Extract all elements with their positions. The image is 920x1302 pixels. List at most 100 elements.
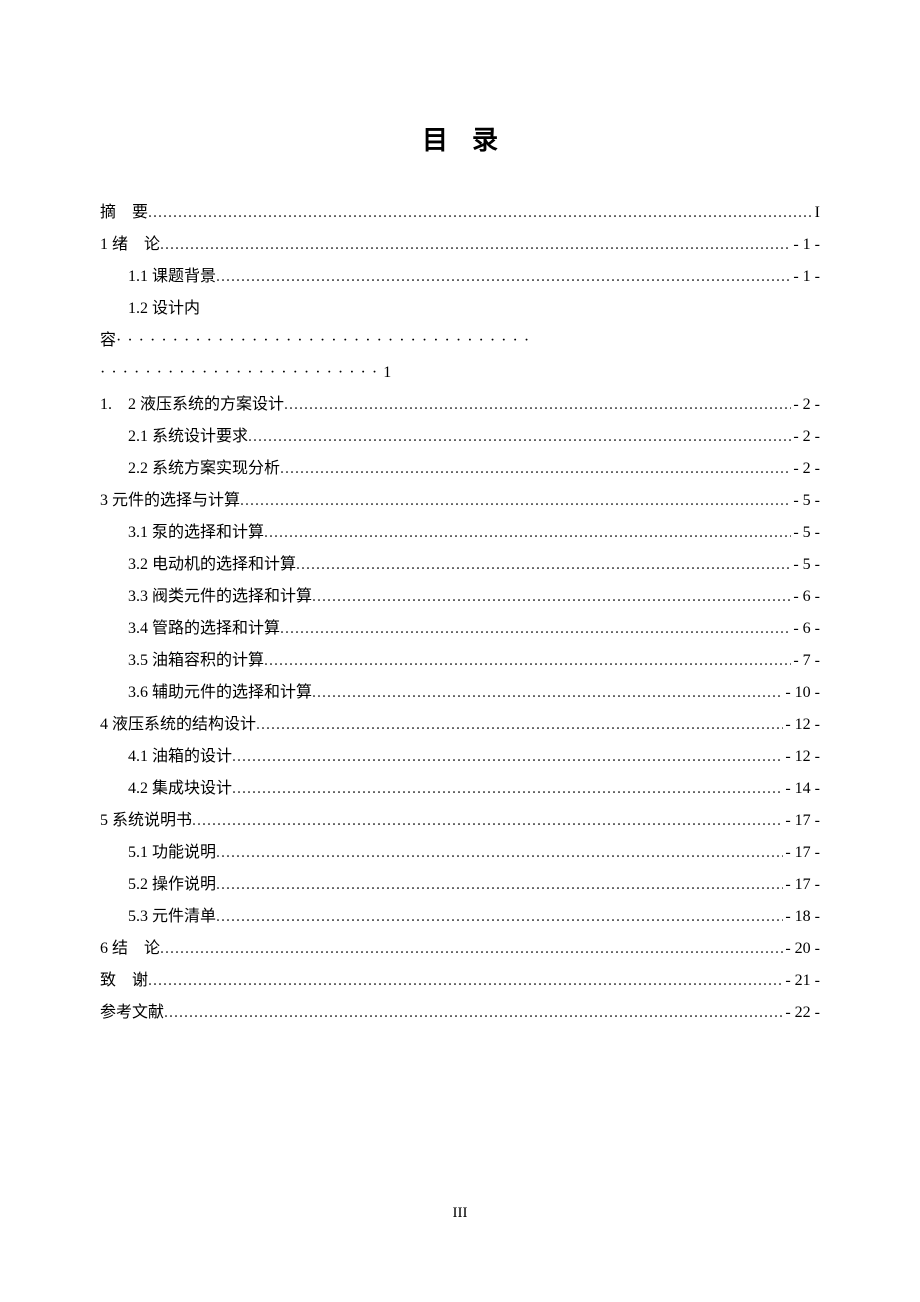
toc-entry-label: 致 谢 (100, 965, 148, 997)
toc-leader-dots (312, 677, 783, 709)
toc-entry-page: I (813, 197, 820, 229)
toc-entry-label: 参考文献 (100, 997, 164, 1029)
toc-entry-label: 3.5 油箱容积的计算 (128, 645, 264, 677)
toc-entry-page: - 2 - (791, 421, 820, 453)
toc-entry: 1. 2 液压系统的方案设计 - 2 - (100, 389, 820, 421)
toc-leader-dots (240, 485, 791, 517)
toc-entry-label-continuation: 容 (100, 332, 116, 349)
toc-entry: 6 结 论 - 20 - (100, 933, 820, 965)
toc-entry: 2.2 系统方案实现分析 - 2 - (100, 453, 820, 485)
toc-entry-page: - 5 - (791, 485, 820, 517)
toc-entry-page: - 14 - (783, 773, 820, 805)
toc-entry: 3 元件的选择与计算 - 5 - (100, 485, 820, 517)
toc-entry-page: - 12 - (783, 709, 820, 741)
toc-leader-dots (216, 901, 783, 933)
toc-leader-dots (216, 869, 783, 901)
toc-entry-label: 2.2 系统方案实现分析 (128, 453, 280, 485)
toc-entry: 致 谢 - 21 - (100, 965, 820, 997)
toc-entry: 3.6 辅助元件的选择和计算 - 10 - (100, 677, 820, 709)
toc-entry-page: - 10 - (783, 677, 820, 709)
toc-entry-label: 4.2 集成块设计 (128, 773, 232, 805)
toc-entry-page: - 1 - (791, 261, 820, 293)
toc-entry: 5.2 操作说明 - 17 - (100, 869, 820, 901)
toc-entry-label: 1.2 设计内 (100, 293, 820, 325)
toc-leader-dots (164, 997, 783, 1029)
toc-entry-page: - 6 - (791, 581, 820, 613)
toc-leader-dots (280, 453, 791, 485)
toc-entry-dots-line: 容····································· (100, 325, 820, 357)
toc-entry: 4.2 集成块设计 - 14 - (100, 773, 820, 805)
toc-leader-dots (284, 389, 791, 421)
toc-entry-page: - 2 - (791, 453, 820, 485)
toc-entry-label: 5.3 元件清单 (128, 901, 216, 933)
toc-leader-dots (216, 837, 783, 869)
toc-entry: 3.3 阀类元件的选择和计算 - 6 - (100, 581, 820, 613)
toc-entry-label: 3.1 泵的选择和计算 (128, 517, 264, 549)
toc-entry-page: - 5 - (791, 517, 820, 549)
toc-entry: 摘 要 I (100, 197, 820, 229)
toc-leader-dots (256, 709, 783, 741)
toc-leader-dots: ························· (100, 364, 383, 381)
toc-entry: 5 系统说明书 - 17 - (100, 805, 820, 837)
page-number: III (0, 1205, 920, 1222)
toc-leader-dots (312, 581, 791, 613)
toc-entry-label: 2.1 系统设计要求 (128, 421, 248, 453)
toc-entry-page: - 2 - (791, 389, 820, 421)
toc-entry-label: 3 元件的选择与计算 (100, 485, 240, 517)
toc-entry-page: - 17 - (783, 837, 820, 869)
toc-entry-page: - 18 - (783, 901, 820, 933)
toc-entry-page: - 7 - (791, 645, 820, 677)
toc-entry-label: 5.2 操作说明 (128, 869, 216, 901)
toc-leader-dots (264, 645, 791, 677)
toc-entry-label: 3.4 管路的选择和计算 (128, 613, 280, 645)
toc-leader-dots (192, 805, 783, 837)
toc-leader-dots (280, 613, 791, 645)
toc-entry: 4 液压系统的结构设计 - 12 - (100, 709, 820, 741)
toc-leader-dots (216, 261, 791, 293)
toc-entry-page: - 17 - (783, 869, 820, 901)
toc-leader-dots: ····································· (116, 332, 535, 349)
toc-entry: 4.1 油箱的设计 - 12 - (100, 741, 820, 773)
toc-entry-label: 3.3 阀类元件的选择和计算 (128, 581, 312, 613)
toc-leader-dots (296, 549, 791, 581)
toc-entry: 3.4 管路的选择和计算 - 6 - (100, 613, 820, 645)
toc-leader-dots (264, 517, 791, 549)
toc-entry: 5.3 元件清单 - 18 - (100, 901, 820, 933)
toc-entry-label: 1.1 课题背景 (128, 261, 216, 293)
toc-entry: 1 绪 论 - 1 - (100, 229, 820, 261)
toc-entry-page: - 6 - (791, 613, 820, 645)
toc-leader-dots (160, 229, 791, 261)
toc-entry: 1.1 课题背景 - 1 - (100, 261, 820, 293)
toc-leader-dots (148, 197, 813, 229)
toc-entry: 2.1 系统设计要求 - 2 - (100, 421, 820, 453)
toc-leader-dots (148, 965, 783, 997)
toc-leader-dots (248, 421, 791, 453)
toc-entry: 5.1 功能说明 - 17 - (100, 837, 820, 869)
toc-entry-label: 1 绪 论 (100, 229, 160, 261)
toc-entry: 3.1 泵的选择和计算 - 5 - (100, 517, 820, 549)
toc-entry-page: - 5 - (791, 549, 820, 581)
toc-entry: 参考文献 - 22 - (100, 997, 820, 1029)
toc-entry-label: 5.1 功能说明 (128, 837, 216, 869)
toc-entry-label: 4.1 油箱的设计 (128, 741, 232, 773)
toc-leader-dots (232, 773, 783, 805)
toc-entry-page: - 12 - (783, 741, 820, 773)
toc-entry: 3.2 电动机的选择和计算 - 5 - (100, 549, 820, 581)
toc-entry-label: 1. 2 液压系统的方案设计 (100, 389, 284, 421)
toc-leader-dots (160, 933, 783, 965)
toc-entry-label: 5 系统说明书 (100, 805, 192, 837)
toc-leader-dots (232, 741, 783, 773)
toc-entry-wrapped: 1.2 设计内容································… (100, 293, 820, 389)
toc-entry-page: 1 (383, 364, 391, 381)
toc-entry-label: 3.6 辅助元件的选择和计算 (128, 677, 312, 709)
toc-entry-dots-line: ·························1 (100, 357, 820, 389)
toc-entry-page: - 17 - (783, 805, 820, 837)
toc-entry-page: - 21 - (783, 965, 820, 997)
toc-entry-label: 3.2 电动机的选择和计算 (128, 549, 296, 581)
toc-entry-label: 6 结 论 (100, 933, 160, 965)
toc-entry-label: 4 液压系统的结构设计 (100, 709, 256, 741)
toc-entry-page: - 22 - (783, 997, 820, 1029)
toc-entry-label: 摘 要 (100, 197, 148, 229)
toc-container: 摘 要 I1 绪 论 - 1 -1.1 课题背景 - 1 -1.2 设计内容··… (100, 197, 820, 1029)
toc-entry: 3.5 油箱容积的计算 - 7 - (100, 645, 820, 677)
